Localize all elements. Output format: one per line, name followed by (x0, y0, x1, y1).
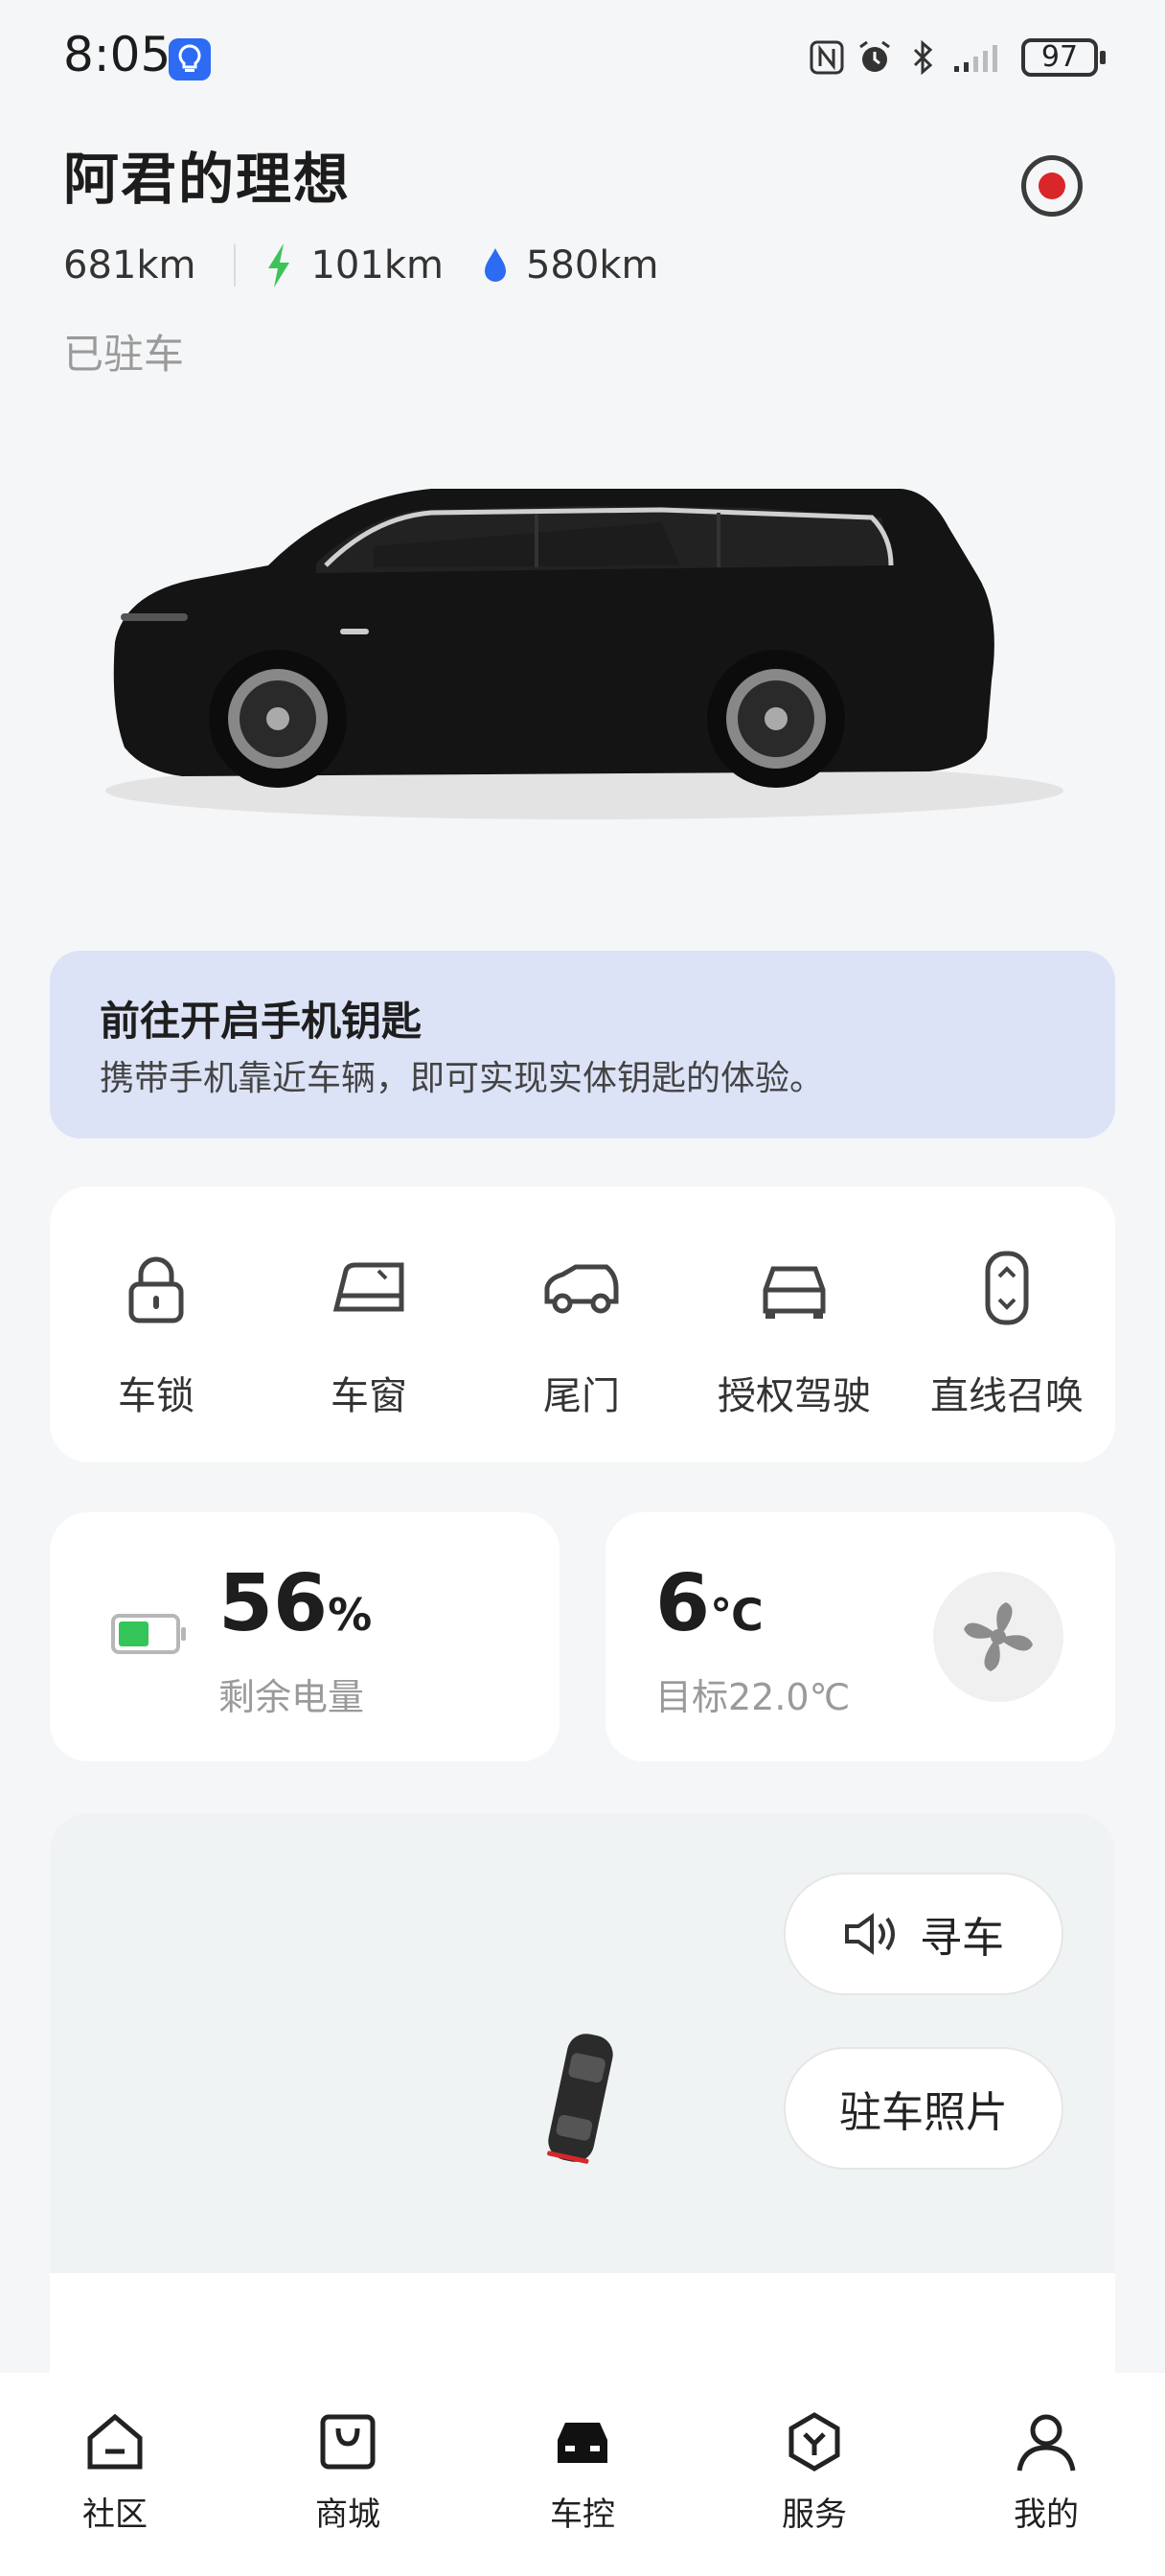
quick-action-label: 授权驾驶 (718, 1374, 871, 1418)
nav-label: 服务 (782, 2496, 847, 2534)
tailgate-icon (544, 1264, 619, 1314)
banner-subtitle: 携带手机靠近车辆，即可实现实体钥匙的体验。 (100, 1059, 825, 1098)
nav-label: 我的 (1014, 2496, 1079, 2534)
nav-community[interactable]: 社区 (38, 2392, 192, 2545)
bulb-notification-icon (169, 38, 211, 80)
nav-label: 商城 (315, 2496, 380, 2534)
signal-icon (954, 45, 997, 72)
vehicle-name: 阿君的理想 (63, 147, 352, 212)
record-dot-icon (1039, 172, 1065, 199)
phone-key-banner[interactable]: 前往开启手机钥匙 携带手机靠近车辆，即可实现实体钥匙的体验。 (50, 951, 1115, 1138)
speaker-icon (845, 1913, 895, 1955)
electric-bolt-icon (268, 243, 290, 288)
window-icon (332, 1262, 404, 1312)
fan-button[interactable] (933, 1572, 1063, 1702)
bottom-navigation: 社区 商城 车控 服务 我的 (0, 2373, 1165, 2576)
battery-level-icon (111, 1614, 186, 1654)
nav-label: 车控 (550, 2496, 615, 2534)
home-icon (87, 2413, 143, 2470)
quick-action-label: 尾门 (543, 1374, 620, 1418)
cabin-temperature: 6℃ (655, 1558, 764, 1649)
quick-action-tailgate[interactable]: 尾门 (475, 1186, 688, 1462)
battery-level-fill (119, 1622, 148, 1646)
clock: 8:05 (63, 27, 171, 82)
find-car-label: 寻车 (920, 1914, 1004, 1963)
shop-icon (320, 2414, 376, 2470)
parking-photo-label: 驻车照片 (839, 2088, 1008, 2137)
next-section-card (50, 2273, 1115, 2388)
quick-action-authorized-driving[interactable]: 授权驾驶 (688, 1186, 901, 1462)
fan-icon (964, 1602, 1033, 1671)
car-location-marker-icon (547, 2034, 613, 2164)
fuel-range: 580km (525, 243, 659, 288)
quick-action-label: 直线召唤 (930, 1374, 1084, 1418)
nav-label: 社区 (82, 2496, 148, 2534)
vehicle-state: 已驻车 (63, 331, 185, 378)
target-temperature: 目标22.0℃ (655, 1676, 851, 1718)
battery-card[interactable]: 56% 剩余电量 (50, 1512, 560, 1761)
profile-icon (1017, 2414, 1076, 2472)
dashcam-record-button[interactable] (1021, 155, 1083, 217)
quick-action-label: 车锁 (118, 1374, 194, 1418)
electric-range: 101km (310, 243, 444, 288)
nav-service[interactable]: 服务 (738, 2392, 891, 2545)
nav-profile[interactable]: 我的 (970, 2392, 1123, 2545)
range-row: 681km 101km 580km (63, 240, 658, 291)
summon-icon (985, 1251, 1029, 1325)
battery-indicator: 97 (1021, 38, 1106, 77)
status-icons: 97 (809, 34, 1106, 80)
divider (234, 244, 237, 287)
vehicle-image (105, 489, 1063, 819)
status-bar: 8:05 97 (0, 0, 1165, 115)
total-range: 681km (63, 243, 196, 288)
service-icon (788, 2412, 840, 2472)
fuel-drop-icon (484, 248, 506, 282)
bluetooth-icon (913, 39, 933, 76)
banner-title: 前往开启手机钥匙 (100, 998, 423, 1045)
car-control-icon (558, 2423, 607, 2463)
nav-shop[interactable]: 商城 (271, 2392, 424, 2545)
quick-actions-panel: 车锁 车窗 尾门 授权驾驶 直线召唤 (50, 1186, 1115, 1462)
car-front-icon (763, 1266, 826, 1319)
quick-action-lock[interactable]: 车锁 (50, 1186, 263, 1462)
quick-action-straight-summon[interactable]: 直线召唤 (901, 1186, 1113, 1462)
vehicle-location-map[interactable]: 寻车 驻车照片 (50, 1813, 1115, 2273)
climate-card[interactable]: 6℃ 目标22.0℃ (605, 1512, 1115, 1761)
find-car-button[interactable]: 寻车 (784, 1873, 1063, 1995)
lock-icon (128, 1256, 184, 1323)
nav-car-control[interactable]: 车控 (506, 2392, 659, 2545)
quick-action-label: 车窗 (331, 1374, 407, 1418)
battery-label: 剩余电量 (218, 1676, 365, 1718)
alarm-icon (859, 40, 890, 72)
parking-photo-button[interactable]: 驻车照片 (784, 2047, 1063, 2170)
quick-action-window[interactable]: 车窗 (263, 1186, 475, 1462)
nfc-icon (810, 40, 844, 75)
battery-percent: 56% (218, 1558, 373, 1649)
